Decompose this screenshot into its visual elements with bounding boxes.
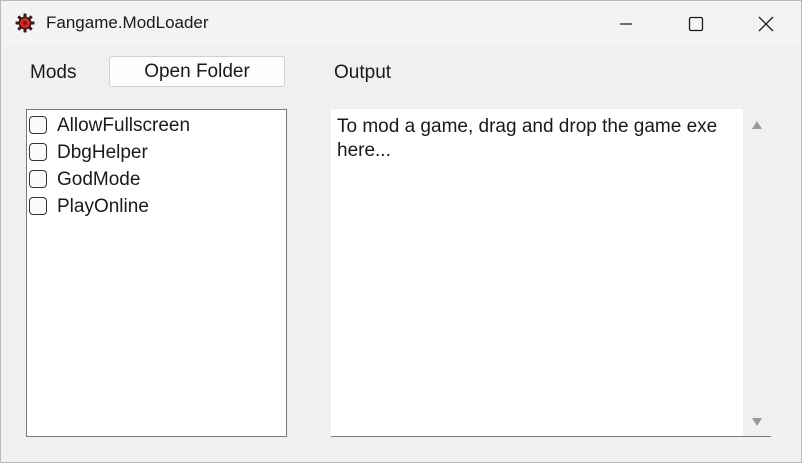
- mod-item-playonline[interactable]: PlayOnline: [27, 194, 286, 221]
- mods-label: Mods: [30, 62, 77, 83]
- output-text: To mod a game, drag and drop the game ex…: [337, 116, 718, 161]
- scroll-up-arrow-icon[interactable]: [751, 119, 763, 131]
- mod-item-label[interactable]: DbgHelper: [57, 142, 148, 164]
- scroll-down-arrow-icon[interactable]: [751, 416, 763, 428]
- mod-item-label[interactable]: PlayOnline: [57, 196, 149, 218]
- open-folder-button[interactable]: Open Folder: [109, 56, 285, 87]
- mod-item-godmode[interactable]: GodMode: [27, 167, 286, 194]
- mods-list[interactable]: AllowFullscreen DbgHelper GodMode PlayOn…: [26, 109, 287, 437]
- mod-item-dbghelper[interactable]: DbgHelper: [27, 140, 286, 167]
- output-textbox[interactable]: To mod a game, drag and drop the game ex…: [331, 109, 771, 437]
- app-window: Fangame.ModLoader Mods Open Folder Outpu…: [0, 0, 802, 463]
- mod-checkbox[interactable]: [29, 143, 47, 161]
- window-title: Fangame.ModLoader: [46, 13, 209, 32]
- output-label: Output: [334, 62, 392, 83]
- mod-checkbox[interactable]: [29, 197, 47, 215]
- close-icon: [758, 16, 774, 32]
- title-bar[interactable]: Fangame.ModLoader: [1, 1, 801, 46]
- maximize-button[interactable]: [661, 1, 731, 46]
- output-scrollbar[interactable]: [743, 109, 771, 436]
- close-button[interactable]: [731, 1, 801, 46]
- mod-item-label[interactable]: GodMode: [57, 169, 140, 191]
- mod-item-label[interactable]: AllowFullscreen: [57, 115, 190, 137]
- minimize-button[interactable]: [591, 1, 661, 46]
- mod-item-allowfullscreen[interactable]: AllowFullscreen: [27, 113, 286, 140]
- mod-checkbox[interactable]: [29, 116, 47, 134]
- mod-checkbox[interactable]: [29, 170, 47, 188]
- gear-icon: [15, 13, 35, 33]
- minimize-icon: [619, 17, 633, 31]
- maximize-icon: [688, 16, 704, 32]
